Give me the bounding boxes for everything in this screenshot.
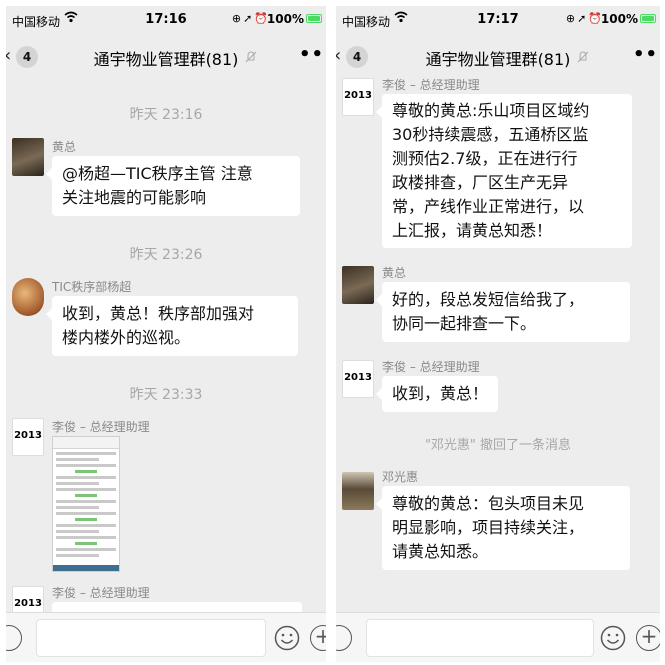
message-line: 尊敬的黄总:乐山项目区域约 bbox=[392, 101, 590, 120]
timestamp: 昨天 23:33 bbox=[129, 387, 203, 403]
avatar[interactable] bbox=[342, 472, 374, 510]
voice-icon[interactable] bbox=[336, 625, 352, 651]
avatar-year: 2013 bbox=[14, 430, 42, 441]
message-bubble[interactable]: 收到，黄总！ bbox=[375, 376, 499, 412]
avatar[interactable] bbox=[12, 278, 44, 316]
more-icon[interactable]: •• bbox=[633, 44, 658, 65]
chat-title: 通宇物业管理群(81) bbox=[425, 50, 571, 69]
input-bar: + bbox=[336, 612, 660, 662]
message-line: @杨超—TIC秩序主管 注意 bbox=[62, 164, 253, 183]
sender-name: 李俊 – 总经理助理 bbox=[52, 586, 150, 600]
timestamp: 昨天 23:26 bbox=[129, 247, 203, 263]
message-line: 常，产线作业正常进行，以 bbox=[392, 197, 585, 216]
plus-icon[interactable]: + bbox=[310, 625, 326, 651]
message-bubble[interactable]: @杨超—TIC秩序主管 注意 关注地震的可能影响 bbox=[46, 156, 300, 216]
sender-name: TIC秩序部杨超 bbox=[52, 280, 132, 294]
location-icon: ➚ bbox=[577, 12, 589, 25]
message-line: 30秒持续震感，五通桥区监 bbox=[392, 125, 589, 144]
nav-bar: ‹ 4 通宇物业管理群(81) •• bbox=[336, 34, 660, 76]
more-icon[interactable]: •• bbox=[299, 44, 324, 65]
sender-name: 黄总 bbox=[382, 266, 407, 280]
message-line: 收到，黄总！秩序部加强对 bbox=[62, 304, 255, 323]
sender-name: 黄总 bbox=[52, 140, 77, 154]
status-bar: 中国移动 17:17 ⊕➚⏰ 100% bbox=[336, 6, 660, 34]
avatar-year: 2013 bbox=[344, 90, 372, 101]
avatar[interactable]: 2013 bbox=[342, 360, 374, 398]
image-message-screenshot[interactable] bbox=[52, 436, 120, 572]
status-icons: ⊕➚⏰ bbox=[232, 12, 270, 25]
message-line: 收到，黄总！ bbox=[392, 384, 489, 403]
emoji-icon[interactable] bbox=[274, 625, 300, 651]
message-bubble[interactable]: 收到，黄总！秩序部加强对 楼内楼外的巡视。 bbox=[46, 296, 298, 356]
sender-name: 邓光惠 bbox=[382, 470, 419, 484]
chat-title: 通宇物业管理群(81) bbox=[93, 50, 239, 69]
message-bubble[interactable]: 尊敬的黄总:乐山项目区域约 30秒持续震感，五通桥区监 测预估2.7级，正在进行… bbox=[376, 94, 632, 248]
nav-bar: ‹ 4 通宇物业管理群(81) •• bbox=[6, 34, 326, 76]
battery-percent: 100% bbox=[600, 12, 638, 26]
screenshot-header bbox=[53, 437, 119, 449]
lock-rotation-icon: ⊕ bbox=[231, 12, 244, 25]
battery-icon bbox=[306, 14, 322, 23]
message-bubble[interactable] bbox=[52, 602, 302, 612]
message-line: 尊敬的黄总：包头项目未见 bbox=[392, 494, 585, 513]
message-line: 政楼排查，厂区生产无异 bbox=[392, 173, 569, 192]
message-bubble[interactable]: 好的，段总发短信给我了， 协同一起排查一下。 bbox=[376, 282, 630, 342]
input-bar: + bbox=[6, 612, 326, 662]
avatar-year: 2013 bbox=[344, 372, 372, 383]
message-input[interactable] bbox=[366, 619, 594, 657]
message-line: 协同一起排查一下。 bbox=[392, 314, 537, 333]
message-input[interactable] bbox=[36, 619, 266, 657]
sender-name: 李俊 – 总经理助理 bbox=[382, 78, 480, 92]
timestamp: 昨天 23:16 bbox=[129, 107, 203, 123]
battery-icon bbox=[640, 14, 656, 23]
avatar[interactable] bbox=[12, 138, 44, 176]
message-line: 明显影响，项目持续关注， bbox=[392, 518, 585, 537]
avatar[interactable] bbox=[342, 266, 374, 304]
plus-icon[interactable]: + bbox=[636, 625, 660, 651]
recall-notice: "邓光惠" 撤回了一条消息 bbox=[424, 438, 572, 453]
message-bubble[interactable]: 尊敬的黄总：包头项目未见 明显影响，项目持续关注， 请黄总知悉。 bbox=[376, 486, 630, 570]
lock-rotation-icon: ⊕ bbox=[565, 12, 578, 25]
mute-icon bbox=[245, 51, 257, 63]
status-icons: ⊕➚⏰ bbox=[566, 12, 604, 25]
message-line: 楼内楼外的巡视。 bbox=[62, 328, 191, 347]
message-line: 测预估2.7级，正在进行行 bbox=[392, 149, 578, 168]
chat-screen-right: 中国移动 17:17 ⊕➚⏰ 100% ‹ 4 通宇物业管理群(81) •• 2… bbox=[336, 6, 660, 662]
avatar[interactable]: 2013 bbox=[12, 418, 44, 456]
message-line: 好的，段总发短信给我了， bbox=[392, 290, 585, 309]
location-icon: ➚ bbox=[243, 12, 255, 25]
voice-icon[interactable] bbox=[6, 625, 22, 651]
avatar[interactable]: 2013 bbox=[342, 78, 374, 116]
message-list[interactable]: 昨天 23:16 黄总 @杨超—TIC秩序主管 注意 关注地震的可能影响 昨天 … bbox=[6, 76, 326, 612]
message-line: 关注地震的可能影响 bbox=[62, 188, 207, 207]
mute-icon bbox=[577, 51, 589, 63]
sender-name: 李俊 – 总经理助理 bbox=[382, 360, 480, 374]
avatar-year: 2013 bbox=[14, 598, 42, 609]
message-line: 上汇报，请黄总知悉！ bbox=[392, 221, 553, 240]
emoji-icon[interactable] bbox=[600, 625, 626, 651]
sender-name: 李俊 – 总经理助理 bbox=[52, 420, 150, 434]
message-list[interactable]: 2013 李俊 – 总经理助理 尊敬的黄总:乐山项目区域约 30秒持续震感，五通… bbox=[336, 76, 660, 612]
message-line: 请黄总知悉。 bbox=[392, 542, 489, 561]
avatar[interactable]: 2013 bbox=[12, 586, 44, 612]
status-bar: 中国移动 17:16 ⊕➚⏰ 100% bbox=[6, 6, 326, 34]
battery-percent: 100% bbox=[266, 12, 304, 26]
chat-screen-left: 中国移动 17:16 ⊕➚⏰ 100% ‹ 4 通宇物业管理群(81) •• 昨… bbox=[6, 6, 326, 662]
